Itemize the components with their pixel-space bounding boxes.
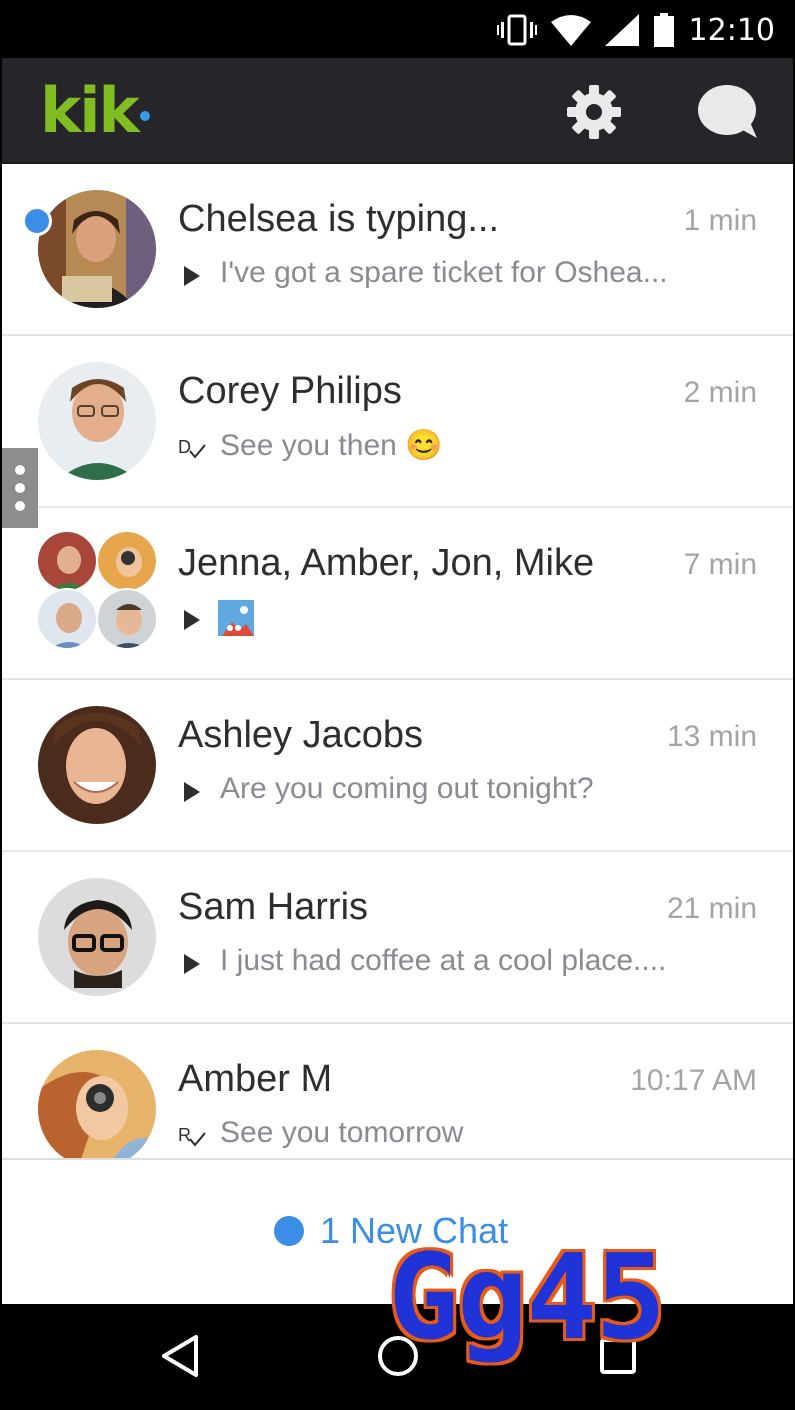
compose-chat-button[interactable] [692, 80, 764, 144]
chat-preview: I just had coffee at a cool place.... [220, 944, 667, 977]
status-icons: 12:10 [496, 2, 775, 58]
app-bar: kik [2, 58, 793, 164]
chat-preview: Are you coming out tonight? [220, 772, 594, 805]
avatar-jon [36, 588, 98, 650]
chat-time: 1 min [683, 204, 757, 237]
chat-name: Sam Harris [178, 886, 369, 928]
read-icon: R [178, 1122, 206, 1150]
chat-row-group[interactable]: Jenna, Amber, Jon, Mike 7 min [2, 508, 793, 680]
chat-time: 21 min [666, 892, 757, 925]
back-icon [162, 1335, 198, 1377]
gear-icon [567, 85, 621, 139]
avatar-mike [96, 588, 158, 650]
watermark-text: Gg45 [388, 1228, 666, 1366]
avatar [38, 190, 156, 308]
svg-text:D: D [178, 437, 191, 457]
avatar [38, 706, 156, 824]
chat-name: Amber M [178, 1058, 333, 1100]
chat-time: 7 min [683, 548, 757, 581]
delivered-icon: D [178, 434, 206, 462]
kik-app-screen: 12:10 kik Chelsea is typing... 1 min I'v… [2, 2, 793, 1408]
new-chat-dot-icon [274, 1216, 304, 1246]
chat-name: Ashley Jacobs [178, 714, 424, 756]
chat-row-ashley[interactable]: Ashley Jacobs 13 min Are you coming out … [2, 680, 793, 852]
settings-button[interactable] [564, 82, 624, 142]
play-icon [178, 606, 206, 634]
status-bar: 12:10 [2, 2, 793, 58]
chat-row-amber[interactable]: Amber M 10:17 AM R See you tomorrow [2, 1024, 793, 1158]
chat-list: Chelsea is typing... 1 min I've got a sp… [2, 164, 793, 1158]
chat-time: 2 min [683, 376, 757, 409]
chat-row-corey[interactable]: Corey Philips 2 min D See you then 😊 [2, 336, 793, 508]
chat-time: 10:17 AM [630, 1064, 757, 1097]
play-icon [178, 950, 206, 978]
handle-dot [15, 465, 25, 475]
avatar-amber [96, 530, 158, 592]
battery-icon [653, 13, 674, 47]
side-drawer-handle[interactable] [2, 448, 38, 528]
group-avatar [36, 530, 162, 656]
chat-name: Corey Philips [178, 370, 402, 412]
vibrate-icon [496, 14, 537, 46]
logo-dot [140, 111, 150, 121]
chat-name: Jenna, Amber, Jon, Mike [178, 542, 595, 584]
signal-icon [604, 14, 639, 46]
chat-row-chelsea[interactable]: Chelsea is typing... 1 min I've got a sp… [2, 164, 793, 336]
avatar [38, 1050, 156, 1158]
wifi-icon [550, 15, 591, 46]
image-thumbnail-icon[interactable] [218, 600, 254, 641]
chat-bubble-icon [698, 85, 757, 138]
chat-time: 13 min [666, 720, 757, 753]
kik-logo: kik [40, 74, 140, 147]
handle-dot [15, 483, 25, 493]
chat-row-sam[interactable]: Sam Harris 21 min I just had coffee at a… [2, 852, 793, 1024]
chat-preview: See you then 😊 [220, 429, 443, 462]
handle-dot [15, 501, 25, 511]
chat-preview: See you tomorrow [220, 1116, 464, 1149]
avatar [38, 878, 156, 996]
status-time: 12:10 [688, 12, 775, 48]
play-icon [178, 778, 206, 806]
chat-preview: I've got a spare ticket for Oshea... [220, 256, 668, 289]
play-icon [178, 262, 206, 290]
chat-name: Chelsea is typing... [178, 198, 500, 240]
back-button[interactable] [156, 1332, 204, 1380]
avatar-jenna [36, 530, 98, 592]
avatar [38, 362, 156, 480]
unread-indicator [22, 206, 52, 236]
svg-text:R: R [178, 1125, 191, 1145]
